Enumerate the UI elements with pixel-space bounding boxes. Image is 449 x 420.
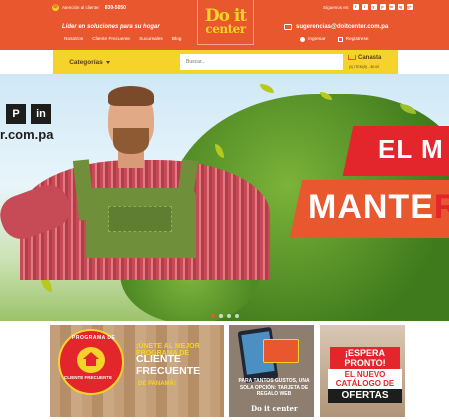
logo-line2: center [205,22,246,36]
phone-number[interactable]: 830-5050 [105,5,126,11]
user-icon [300,37,305,42]
nav-cliente-frecuente[interactable]: Cliente Frecuente [92,37,130,42]
site-header: ☏ Atención al cliente: 830-5050 Líder en… [0,0,449,50]
nav-nosotros[interactable]: Nosotros [64,37,83,42]
card1-line2: CLIENTE FRECUENTE [136,353,201,377]
account-links: Ingresar Registrese [300,37,369,42]
edit-icon [337,37,343,42]
googleplus-icon[interactable]: g+ [406,4,413,10]
banner-bottom-part-b: R [433,188,449,226]
customer-service: ☏ Atención al cliente: 830-5050 [52,4,126,11]
mail-icon [284,24,292,30]
slider-dot-2[interactable] [219,314,223,318]
promo-card-gift-card[interactable]: PARA TANTOS GUSTOS, UNA SOLA OPCIÓN: TAR… [229,325,314,417]
promo-card-cliente-frecuente[interactable]: PROGRAMA DE CLIENTE FRECUENTE ¡ÚNETE AL … [50,325,224,417]
house-icon [83,352,99,366]
youtube-icon[interactable]: y [370,4,377,10]
card1-line3: DE PANAMÁ! [138,381,176,387]
chevron-down-icon [105,60,110,64]
tagline: Líder en soluciones para su hogar [62,24,160,30]
overall-pocket [108,206,172,232]
top-nav: Nosotros Cliente Frecuente Sucursales Bl… [64,37,181,42]
categories-label: Categorías [69,58,103,66]
register-label: Registrese [345,37,369,42]
hero-url: r.com.pa [0,127,54,142]
social-follow: Síguenos en: f t y p in ig g+ [323,4,413,10]
leaf-shape [260,84,274,93]
phone-label: Atención al cliente: [62,5,100,10]
facebook-icon[interactable]: f [352,4,359,10]
card3-line2: EL NUEVO CATÁLOGO DE [328,369,402,389]
seal-bottom-text: CLIENTE FRECUENTE [64,375,113,380]
email-address: sugerencias@doitcenter.com.pa [296,24,389,30]
phone-icon: ☏ [52,4,59,11]
follow-label: Síguenos en: [323,4,350,10]
cart-title: Canasta [358,55,382,61]
slider-dot-1[interactable] [211,314,215,318]
twitter-icon[interactable]: t [361,4,368,10]
banner-bottom-text: MANTER [308,188,449,227]
slider-dots [211,314,239,318]
linkedin-icon: in [31,104,51,124]
banner-bottom-part-a: MANTE [308,188,434,226]
slider-dot-4[interactable] [235,314,239,318]
gift-card-image [263,339,299,363]
register-link[interactable]: Registrese [337,37,369,42]
email-link[interactable]: sugerencias@doitcenter.com.pa [284,24,388,30]
search-input[interactable] [180,54,357,70]
instagram-icon[interactable]: ig [397,4,404,10]
login-link[interactable]: Ingresar [300,37,326,42]
card2-text: PARA TANTOS GUSTOS, UNA SOLA OPCIÓN: TAR… [238,378,310,397]
card3-line3: OFERTAS [328,389,402,403]
card3-line1: ¡ESPERA PRONTO! [330,347,400,369]
site-logo[interactable]: Do it center [197,0,254,45]
cart-icon [348,55,356,60]
cart-button[interactable]: Canasta (0) ITEM(S) - $0.00 [343,51,398,73]
banner-top-text: EL M [378,134,444,164]
hero-slider[interactable]: P in r.com.pa EL M MANTER [0,74,449,321]
card2-logo: Do it center [251,404,298,413]
linkedin-icon[interactable]: in [388,4,395,10]
nav-blog[interactable]: Blog [172,37,182,42]
pinterest-icon[interactable]: p [379,4,386,10]
cart-summary: (0) ITEM(S) - $0.00 [349,65,380,69]
promo-card-catalog[interactable]: ¡ESPERA PRONTO! EL NUEVO CATÁLOGO DE OFE… [320,325,405,417]
seal-top-text: PROGRAMA DE [72,335,116,341]
nav-sucursales[interactable]: Sucursales [139,37,163,42]
categories-button[interactable]: Categorías [53,50,126,74]
person-hair [108,86,154,106]
person-beard [113,128,149,154]
login-label: Ingresar [308,37,326,42]
page: ☏ Atención al cliente: 830-5050 Líder en… [0,0,449,420]
pinterest-icon: P [6,104,26,124]
slider-dot-3[interactable] [227,314,231,318]
